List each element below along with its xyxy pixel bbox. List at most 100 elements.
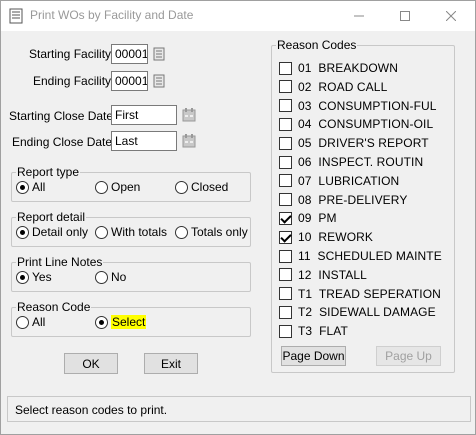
report-type-group: Report type All Open Closed bbox=[11, 165, 251, 202]
ok-button[interactable]: OK bbox=[64, 353, 118, 374]
reason-code-label: T2 SIDEWALL DAMAGE bbox=[298, 305, 436, 320]
radio-selected-icon bbox=[95, 315, 108, 329]
print-line-notes-yes-label: Yes bbox=[32, 270, 52, 284]
minimize-icon bbox=[354, 15, 364, 17]
radio-selected-icon bbox=[16, 180, 29, 194]
checkbox-icon[interactable] bbox=[279, 136, 292, 150]
close-button[interactable] bbox=[428, 1, 474, 31]
reason-code-label: 10 REWORK bbox=[298, 230, 374, 245]
minimize-button[interactable] bbox=[336, 1, 382, 31]
reason-code-label: 03 CONSUMPTION-FUL bbox=[298, 98, 437, 113]
checkbox-icon[interactable] bbox=[279, 80, 292, 94]
radio-selected-icon bbox=[16, 270, 29, 284]
checkbox-checked-icon[interactable] bbox=[279, 230, 292, 244]
checkbox-icon[interactable] bbox=[279, 99, 292, 113]
page-down-button[interactable]: Page Down bbox=[281, 346, 346, 366]
print-line-notes-title: Print Line Notes bbox=[16, 255, 104, 269]
exit-button[interactable]: Exit bbox=[144, 353, 198, 374]
checkbox-icon[interactable] bbox=[279, 155, 292, 169]
report-detail-totals-only-radio[interactable]: Totals only bbox=[175, 225, 248, 239]
maximize-icon bbox=[400, 11, 410, 21]
window-title: Print WOs by Facility and Date bbox=[30, 8, 194, 22]
print-wos-dialog: Print WOs by Facility and Date Starting … bbox=[0, 0, 476, 435]
report-type-title: Report type bbox=[16, 165, 81, 179]
ending-close-date-field[interactable]: Last bbox=[111, 131, 177, 151]
checkbox-icon[interactable] bbox=[279, 193, 292, 207]
starting-close-date-label: Starting Close Date: bbox=[9, 109, 117, 123]
reason-code-item[interactable]: 06 INSPECT. ROUTIN bbox=[279, 155, 423, 169]
reason-code-label: 04 CONSUMPTION-OIL bbox=[298, 117, 434, 132]
ending-facility-field[interactable]: 00001 bbox=[111, 71, 148, 91]
reason-code-item[interactable]: 07 LUBRICATION bbox=[279, 174, 399, 188]
exit-button-label: Exit bbox=[160, 356, 181, 371]
reason-code-label: 06 INSPECT. ROUTIN bbox=[298, 155, 424, 169]
reason-code-item[interactable]: 11 SCHEDULED MAINTE bbox=[279, 249, 442, 263]
ending-facility-label: Ending Facility: bbox=[33, 74, 115, 88]
reason-code-item[interactable]: 01 BREAKDOWN bbox=[279, 61, 398, 75]
radio-selected-icon bbox=[16, 225, 29, 239]
reason-code-all-radio[interactable]: All bbox=[16, 315, 45, 329]
radio-icon bbox=[95, 270, 108, 284]
status-bar: Select reason codes to print. bbox=[7, 396, 471, 422]
checkbox-icon[interactable] bbox=[279, 174, 292, 188]
report-detail-group: Report detail Detail only With totals To… bbox=[11, 210, 251, 247]
checkbox-icon[interactable] bbox=[279, 268, 292, 282]
lookup-list-icon[interactable] bbox=[152, 47, 166, 61]
reason-code-item[interactable]: 09 PM bbox=[279, 211, 337, 225]
reason-code-select-label: Select bbox=[111, 315, 147, 329]
print-line-notes-no-label: No bbox=[111, 270, 127, 284]
report-detail-title: Report detail bbox=[16, 210, 87, 224]
maximize-button[interactable] bbox=[382, 1, 428, 31]
checkbox-icon[interactable] bbox=[279, 61, 292, 75]
document-icon bbox=[9, 8, 23, 24]
title-bar: Print WOs by Facility and Date bbox=[1, 1, 475, 31]
report-detail-with-totals-radio[interactable]: With totals bbox=[95, 225, 167, 239]
radio-icon bbox=[95, 180, 108, 194]
close-icon bbox=[446, 11, 456, 21]
radio-icon bbox=[16, 315, 29, 329]
print-line-notes-yes-radio[interactable]: Yes bbox=[16, 270, 52, 284]
reason-code-item[interactable]: 12 INSTALL bbox=[279, 268, 367, 282]
lookup-list-icon[interactable] bbox=[152, 74, 166, 88]
reason-code-item[interactable]: 04 CONSUMPTION-OIL bbox=[279, 117, 433, 131]
calendar-icon[interactable] bbox=[182, 134, 196, 148]
checkbox-icon[interactable] bbox=[279, 324, 292, 338]
reason-code-label: 12 INSTALL bbox=[298, 267, 367, 282]
report-type-all-radio[interactable]: All bbox=[16, 180, 45, 194]
checkbox-icon[interactable] bbox=[279, 249, 292, 263]
report-type-closed-radio[interactable]: Closed bbox=[175, 180, 228, 194]
reason-code-item[interactable]: T2 SIDEWALL DAMAGE bbox=[279, 305, 436, 319]
starting-facility-label: Starting Facility: bbox=[29, 47, 115, 61]
reason-code-item[interactable]: T1 TREAD SEPERATION bbox=[279, 287, 441, 301]
checkbox-checked-icon[interactable] bbox=[279, 211, 292, 225]
reason-code-item[interactable]: 03 CONSUMPTION-FUL bbox=[279, 99, 437, 113]
reason-code-item[interactable]: 05 DRIVER'S REPORT bbox=[279, 136, 429, 150]
print-line-notes-no-radio[interactable]: No bbox=[95, 270, 126, 284]
reason-code-label: 11 SCHEDULED MAINTE bbox=[298, 249, 442, 263]
ok-button-label: OK bbox=[82, 356, 100, 371]
reason-code-group: Reason Code All Select bbox=[11, 300, 251, 337]
radio-icon bbox=[175, 180, 188, 194]
reason-code-item[interactable]: 10 REWORK bbox=[279, 230, 373, 244]
reason-code-item[interactable]: T3 FLAT bbox=[279, 324, 348, 338]
reason-code-label: T1 TREAD SEPERATION bbox=[298, 286, 441, 301]
report-type-open-radio[interactable]: Open bbox=[95, 180, 140, 194]
reason-code-label: 05 DRIVER'S REPORT bbox=[298, 136, 429, 151]
starting-facility-field[interactable]: 00001 bbox=[111, 44, 148, 64]
page-up-button[interactable]: Page Up bbox=[376, 346, 441, 366]
reason-code-label: 01 BREAKDOWN bbox=[298, 61, 398, 75]
reason-code-item[interactable]: 02 ROAD CALL bbox=[279, 80, 387, 94]
checkbox-icon[interactable] bbox=[279, 117, 292, 131]
calendar-icon[interactable] bbox=[182, 108, 196, 122]
reason-codes-title: Reason Codes bbox=[276, 38, 358, 52]
reason-code-item[interactable]: 08 PRE-DELIVERY bbox=[279, 193, 407, 207]
reason-code-all-label: All bbox=[32, 315, 46, 329]
report-detail-detail-only-radio[interactable]: Detail only bbox=[16, 225, 88, 239]
checkbox-icon[interactable] bbox=[279, 305, 292, 319]
starting-close-date-field[interactable]: First bbox=[111, 105, 177, 125]
reason-code-select-radio[interactable]: Select bbox=[95, 315, 147, 329]
reason-code-label: 07 LUBRICATION bbox=[298, 173, 400, 188]
reason-code-title: Reason Code bbox=[16, 300, 92, 314]
reason-code-label: 09 PM bbox=[298, 211, 337, 226]
checkbox-icon[interactable] bbox=[279, 287, 292, 301]
